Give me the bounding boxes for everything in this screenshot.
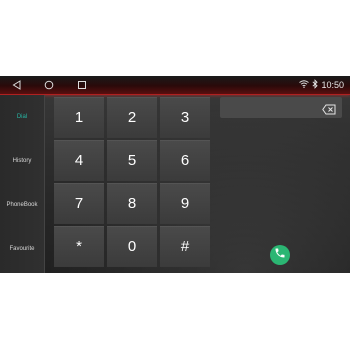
dial-keypad: 1 2 3 4 5 6 7 8 9 * 0 # xyxy=(54,97,210,267)
key-6[interactable]: 6 xyxy=(160,140,210,181)
key-7[interactable]: 7 xyxy=(54,183,104,224)
number-display[interactable] xyxy=(220,97,342,118)
clock: 10:50 xyxy=(321,80,344,90)
home-icon[interactable] xyxy=(42,78,56,92)
key-3[interactable]: 3 xyxy=(160,97,210,138)
wifi-icon xyxy=(299,80,310,90)
key-4[interactable]: 4 xyxy=(54,140,104,181)
sidebar: Dial History PhoneBook Favourite xyxy=(0,95,45,273)
sidebar-item-label: History xyxy=(12,158,32,164)
sidebar-item-dial[interactable]: Dial xyxy=(0,95,44,139)
key-1[interactable]: 1 xyxy=(54,97,104,138)
backspace-icon[interactable] xyxy=(322,102,336,115)
sidebar-item-history[interactable]: History xyxy=(0,139,44,183)
phone-icon xyxy=(274,246,286,264)
sidebar-item-label: Favourite xyxy=(9,246,35,252)
key-star[interactable]: * xyxy=(54,226,104,267)
recents-icon[interactable] xyxy=(75,78,89,92)
key-2[interactable]: 2 xyxy=(107,97,157,138)
key-hash[interactable]: # xyxy=(160,226,210,267)
sidebar-item-phonebook[interactable]: PhoneBook xyxy=(0,183,44,227)
bluetooth-icon xyxy=(312,79,319,91)
key-9[interactable]: 9 xyxy=(160,183,210,224)
sidebar-item-label: Dial xyxy=(16,114,28,120)
key-0[interactable]: 0 xyxy=(107,226,157,267)
key-5[interactable]: 5 xyxy=(107,140,157,181)
key-8[interactable]: 8 xyxy=(107,183,157,224)
sidebar-item-label: PhoneBook xyxy=(6,202,38,208)
back-icon[interactable] xyxy=(9,78,23,92)
status-bar: 10:50 xyxy=(0,76,350,95)
call-button[interactable] xyxy=(270,245,290,265)
dialer-screen: 10:50 Dial History PhoneBook Favourite 1… xyxy=(0,76,350,273)
status-indicators: 10:50 xyxy=(299,78,344,92)
sidebar-item-favourite[interactable]: Favourite xyxy=(0,227,44,271)
